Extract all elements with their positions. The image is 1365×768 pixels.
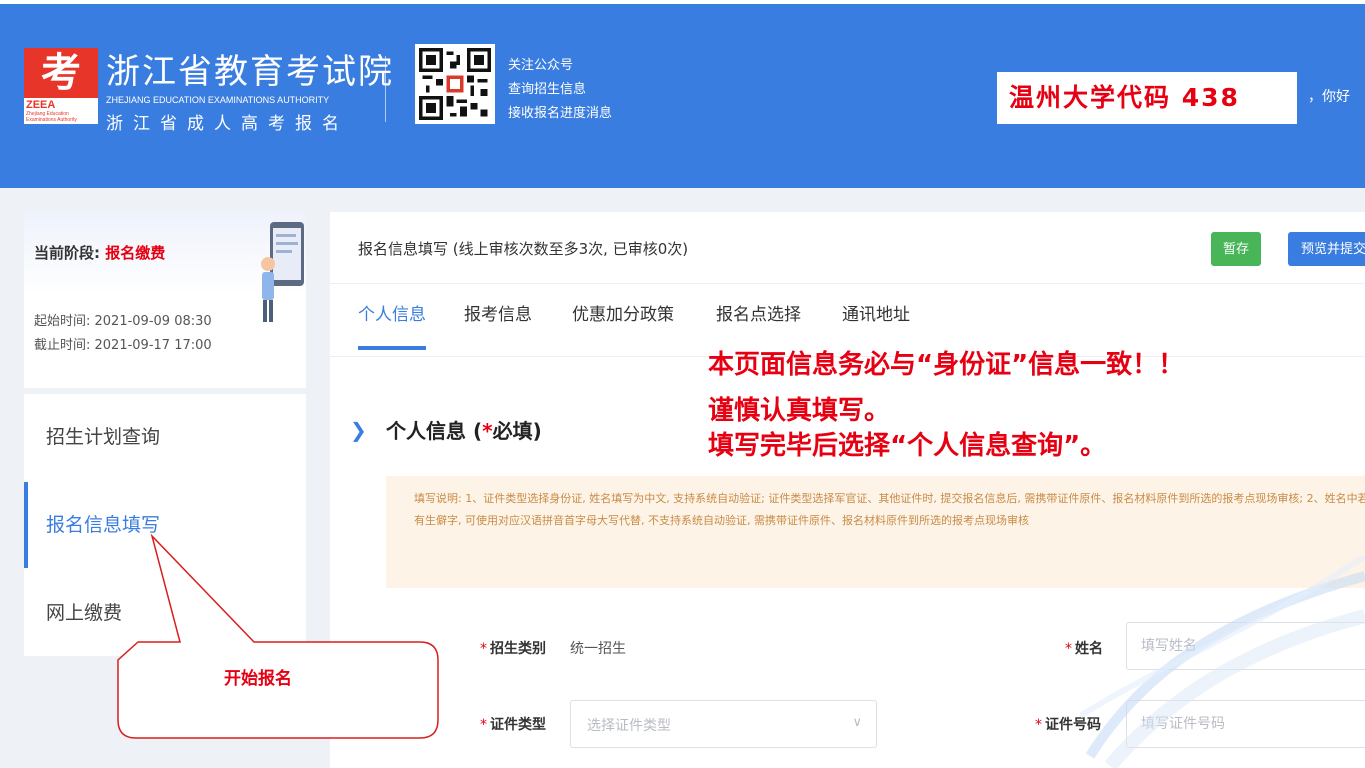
- recruit-type-label: * 招生类别: [480, 638, 546, 658]
- chevron-right-icon: ❯: [350, 418, 367, 442]
- id-type-label-text: 证件类型: [490, 717, 546, 733]
- id-type-label: * 证件类型: [480, 714, 546, 734]
- section-title-suffix: 必填): [492, 419, 542, 443]
- stage-value: 报名缴费: [105, 244, 166, 262]
- name-input[interactable]: [1126, 622, 1365, 670]
- required-star-icon: *: [1065, 641, 1072, 657]
- org-subtitle: 浙江省成人高考报名: [106, 114, 349, 134]
- tab-bonus-policy[interactable]: 优惠加分政策: [572, 300, 674, 325]
- user-greeting: ，你好: [1308, 89, 1350, 105]
- logo-tiny-text: Zhejiang Education Examinations Authorit…: [26, 111, 77, 123]
- menu-item-registration-form[interactable]: 报名信息填写: [24, 482, 306, 568]
- side-menu: 招生计划查询 报名信息填写 网上缴费: [24, 394, 306, 656]
- menu-item-online-payment[interactable]: 网上缴费: [24, 570, 306, 656]
- section-title: 个人信息 (*必填): [386, 415, 542, 444]
- required-star: *: [482, 419, 493, 443]
- notice-text: 填写说明: 1、证件类型选择身份证, 姓名填写为中文, 支持系统自动验证; 证件…: [414, 492, 1365, 527]
- logo-abbr: ZEEA: [26, 99, 56, 111]
- top-header: 考 ZEEA Zhejiang Education Examinations A…: [0, 0, 1365, 188]
- id-number-input[interactable]: [1126, 700, 1365, 748]
- school-code-banner: 温州大学代码 438: [997, 72, 1297, 124]
- tab-personal-info[interactable]: 个人信息: [358, 300, 426, 325]
- id-type-placeholder: 选择证件类型: [587, 718, 671, 734]
- wechat-line-follow: 关注公众号: [508, 58, 574, 73]
- header-divider: [385, 56, 386, 122]
- callout-text: 开始报名: [224, 669, 292, 689]
- warning-line-3: 填写完毕后选择“个人信息查询”。: [708, 431, 1107, 461]
- recruit-type-value: 统一招生: [570, 641, 626, 657]
- id-number-label-text: 证件号码: [1045, 717, 1101, 733]
- stage-prefix: 当前阶段:: [34, 244, 106, 262]
- recruit-type-label-text: 招生类别: [490, 641, 546, 657]
- save-draft-button[interactable]: 暂存: [1211, 232, 1261, 266]
- end-time: 截止时间: 2021-09-17 17:00: [34, 338, 212, 353]
- warning-line-2: 谨慎认真填写。: [708, 396, 891, 426]
- qr-code-icon: [415, 44, 495, 124]
- id-number-label: * 证件号码: [1035, 714, 1101, 734]
- chevron-down-icon: ∨: [852, 715, 862, 730]
- document-illustration-icon: [261, 222, 304, 322]
- warning-line-1: 本页面信息务必与“身份证”信息一致！！: [708, 350, 1185, 380]
- required-star-icon: *: [480, 641, 487, 657]
- wechat-line-progress: 接收报名进度消息: [508, 106, 613, 121]
- id-type-select[interactable]: 选择证件类型 ∨: [570, 700, 877, 748]
- main-panel: 报名信息填写 (线上审核次数至多3次, 已审核0次) 暂存 预览并提交 个人信息…: [330, 212, 1365, 768]
- required-star-icon: *: [480, 717, 487, 733]
- required-star-icon: *: [1035, 717, 1042, 733]
- form-title: 报名信息填写 (线上审核次数至多3次, 已审核0次): [358, 240, 689, 258]
- main-topbar: 报名信息填写 (线上审核次数至多3次, 已审核0次) 暂存 预览并提交: [330, 212, 1365, 284]
- notice-box: 填写说明: 1、证件类型选择身份证, 姓名填写为中文, 支持系统自动验证; 证件…: [386, 476, 1365, 588]
- start-time: 起始时间: 2021-09-09 08:30: [34, 314, 212, 329]
- current-stage: 当前阶段: 报名缴费: [34, 242, 165, 263]
- section-title-prefix: 个人信息 (: [386, 419, 483, 443]
- wechat-promo: 关注公众号 查询招生信息 接收报名进度消息: [508, 54, 612, 126]
- wechat-line-query: 查询招生信息: [508, 82, 587, 97]
- stage-card: 当前阶段: 报名缴费 起始时间: 2021-09-09 08:30 截止时间: …: [24, 212, 306, 388]
- preview-submit-button[interactable]: 预览并提交: [1288, 232, 1365, 266]
- zeea-logo: 考 ZEEA Zhejiang Education Examinations A…: [24, 48, 98, 124]
- org-name: 浙江省教育考试院: [106, 52, 394, 92]
- logo-glyph: 考: [24, 48, 98, 98]
- tab-exam-info[interactable]: 报考信息: [464, 300, 532, 325]
- tab-exam-site[interactable]: 报名点选择: [716, 300, 801, 325]
- tab-address[interactable]: 通讯地址: [842, 300, 910, 325]
- header-top-line: [0, 0, 1365, 4]
- name-label: * 姓名: [1065, 638, 1103, 658]
- active-tab-indicator: [358, 346, 426, 350]
- menu-item-plan-query[interactable]: 招生计划查询: [24, 394, 306, 480]
- name-label-text: 姓名: [1075, 641, 1103, 657]
- org-name-en: ZHEJIANG EDUCATION EXAMINATIONS AUTHORIT…: [106, 95, 330, 105]
